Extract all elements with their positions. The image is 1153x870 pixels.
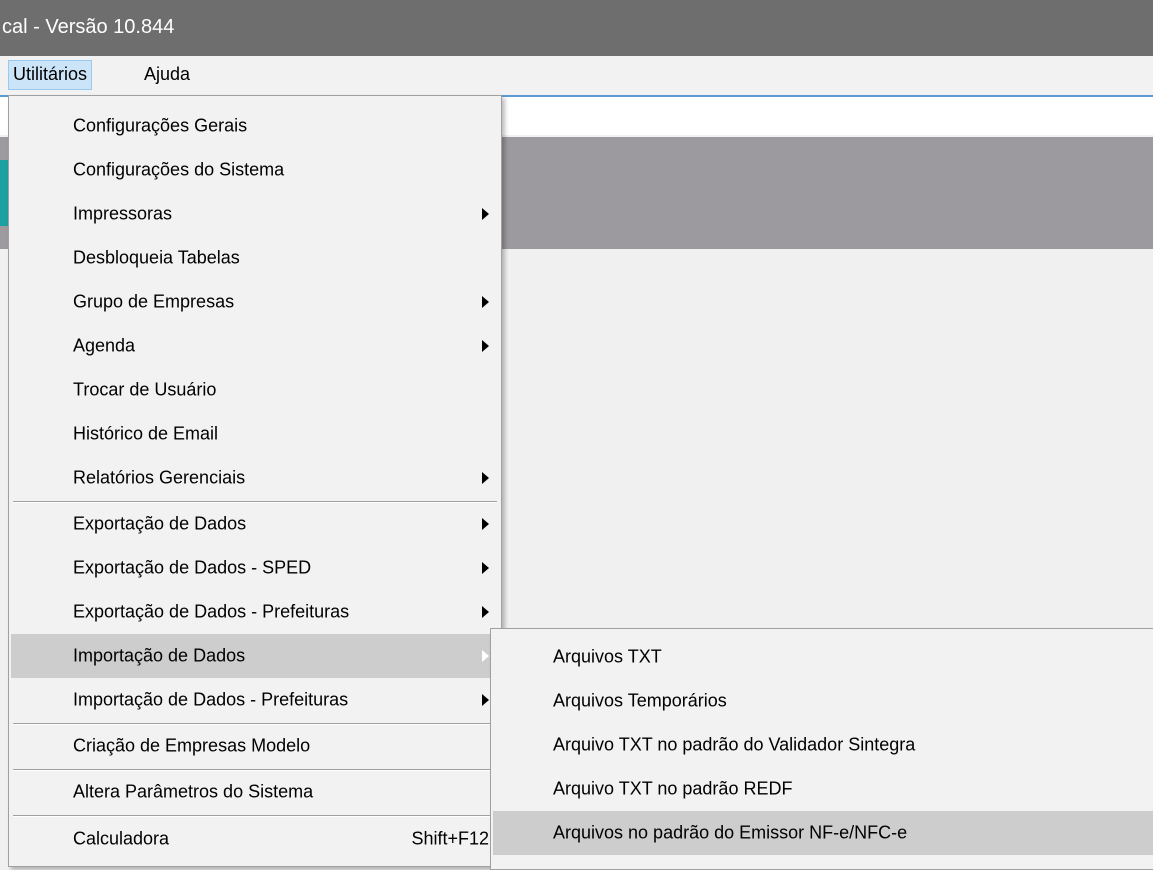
menu-item-importacao-dados[interactable]: Importação de Dados [11,634,499,678]
menu-bar: Utilitários Ajuda [0,56,1153,94]
menu-item-impressoras[interactable]: Impressoras [11,192,499,236]
submenu-arrow-icon [482,518,489,530]
menu-item-importacao-dados-prefeituras[interactable]: Importação de Dados - Prefeituras [11,678,499,722]
submenu-arrow-icon [482,606,489,618]
submenu-item-label: Arquivos no padrão do Emissor NF-e/NFC-e [553,822,908,843]
menu-item-label: Importação de Dados - Prefeituras [73,689,349,710]
menu-item-configuracoes-gerais[interactable]: Configurações Gerais [11,104,499,148]
menu-item-label: Exportação de Dados [73,513,247,534]
menu-ajuda[interactable]: Ajuda [140,60,194,88]
window-title: cal - Versão 10.844 [2,16,175,38]
menu-item-configuracoes-sistema[interactable]: Configurações do Sistema [11,148,499,192]
submenu-arrow-icon [482,650,489,662]
submenu-item-label: Arquivos Temporários [553,690,727,711]
menu-utilitarios[interactable]: Utilitários [8,60,93,90]
menu-item-exportacao-dados-sped[interactable]: Exportação de Dados - SPED [11,546,499,590]
menu-item-label: Histórico de Email [73,423,219,444]
submenu-arrow-icon [482,694,489,706]
submenu-arrow-icon [482,208,489,220]
submenu-arrow-icon [482,340,489,352]
submenu-item-validador-sintegra[interactable]: Arquivo TXT no padrão do Validador Sinte… [493,723,1153,767]
submenu-item-arquivos-temporarios[interactable]: Arquivos Temporários [493,679,1153,723]
menu-item-label: Relatórios Gerenciais [73,467,246,488]
menu-item-label: Altera Parâmetros do Sistema [73,781,314,802]
submenu-item-arquivos-txt[interactable]: Arquivos TXT [493,635,1153,679]
menu-item-trocar-usuario[interactable]: Trocar de Usuário [11,368,499,412]
menu-item-desbloqueia-tabelas[interactable]: Desbloqueia Tabelas [11,236,499,280]
submenu-item-label: Arquivo TXT no padrão REDF [553,778,793,799]
menu-item-altera-parametros[interactable]: Altera Parâmetros do Sistema [11,770,499,814]
submenu-arrow-icon [482,562,489,574]
importacao-submenu: Arquivos TXT Arquivos Temporários Arquiv… [490,628,1153,870]
submenu-arrow-icon [482,472,489,484]
menu-item-label: Calculadora [73,828,170,849]
menu-item-exportacao-dados-prefeituras[interactable]: Exportação de Dados - Prefeituras [11,590,499,634]
menu-item-historico-email[interactable]: Histórico de Email [11,412,499,456]
menu-item-label: Exportação de Dados - Prefeituras [73,601,350,622]
menu-item-exportacao-dados[interactable]: Exportação de Dados [11,502,499,546]
menu-item-label: Importação de Dados [73,645,246,666]
menu-item-grupo-empresas[interactable]: Grupo de Empresas [11,280,499,324]
title-bar: cal - Versão 10.844 [0,0,1153,56]
shortcut-label: Shift+F12 [411,828,489,849]
menu-item-label: Impressoras [73,203,173,224]
menu-item-label: Agenda [73,335,136,356]
menu-item-calculadora[interactable]: Calculadora Shift+F12 [11,817,499,861]
menu-item-label: Configurações Gerais [73,115,248,136]
menu-item-relatorios-gerenciais[interactable]: Relatórios Gerenciais [11,456,499,500]
utilitarios-dropdown: Configurações Gerais Configurações do Si… [8,95,502,867]
menu-item-label: Configurações do Sistema [73,159,285,180]
menu-item-label: Exportação de Dados - SPED [73,557,312,578]
submenu-item-padrao-redf[interactable]: Arquivo TXT no padrão REDF [493,767,1153,811]
submenu-item-label: Arquivos TXT [553,646,662,667]
menu-item-label: Criação de Empresas Modelo [73,735,311,756]
menu-item-criacao-empresas-modelo[interactable]: Criação de Empresas Modelo [11,724,499,768]
submenu-arrow-icon [482,296,489,308]
menu-item-label: Grupo de Empresas [73,291,235,312]
menu-item-label: Trocar de Usuário [73,379,217,400]
submenu-item-emissor-nfe[interactable]: Arquivos no padrão do Emissor NF-e/NFC-e [493,811,1153,855]
menu-item-agenda[interactable]: Agenda [11,324,499,368]
menu-item-label: Desbloqueia Tabelas [73,247,240,268]
submenu-item-label: Arquivo TXT no padrão do Validador Sinte… [553,734,916,755]
